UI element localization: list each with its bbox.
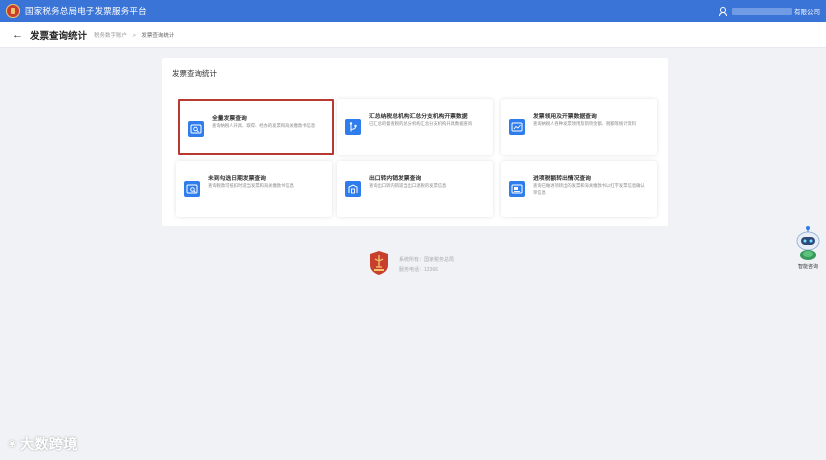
card-title: 汇总纳税总机构汇总分支机构开票数据 bbox=[369, 114, 468, 120]
top-header: 国家税务总局电子发票服务平台 有限公司 bbox=[0, 0, 826, 22]
query-panel: 发票查询统计 全量发票查询 查询纳税人开具、取得、经办的发票和海关缴款书信息 汇… bbox=[162, 58, 668, 226]
watermark-text: 大数跨境 bbox=[19, 436, 78, 452]
robot-icon bbox=[796, 226, 820, 260]
card-title: 全量发票查询 bbox=[212, 116, 247, 122]
national-emblem-icon bbox=[369, 251, 389, 275]
breadcrumb-item-account[interactable]: 税务数字账户 bbox=[94, 33, 127, 39]
watermark-logo-icon: ❀ bbox=[8, 438, 17, 450]
calendar-search-icon bbox=[184, 181, 200, 197]
card-desc: 已汇总的督查税的总分机构汇总分支机构开具数据查询 bbox=[369, 121, 473, 126]
card-title: 进项税额转出情况查询 bbox=[533, 176, 591, 182]
smart-assistant-button[interactable]: 智能咨询 bbox=[793, 224, 823, 272]
card-desc: 查询已做进项转出的发票和海关缴款书以红字发票信息确认单信息 bbox=[533, 183, 645, 195]
card-export-to-domestic-query[interactable]: 出口转内销发票查询 查询出口转内销适当出口退税的发票信息 bbox=[337, 161, 493, 217]
chart-icon bbox=[509, 119, 525, 135]
branch-icon bbox=[345, 119, 361, 135]
card-desc: 查询出口转内销适当出口退税的发票信息 bbox=[369, 183, 447, 188]
footer-hotline: 服务电话：12366 bbox=[399, 267, 438, 273]
app-title: 国家税务总局电子发票服务平台 bbox=[25, 6, 147, 16]
panel-title: 发票查询统计 bbox=[172, 69, 217, 78]
card-desc: 查询纳税人各种发票领用及销项金额、税额等统计资料 bbox=[533, 121, 637, 126]
masked-company-name bbox=[732, 7, 792, 15]
back-arrow-icon[interactable]: ← bbox=[12, 29, 23, 41]
page-title: 发票查询统计 bbox=[30, 30, 88, 42]
user-suffix: 有限公司 bbox=[794, 9, 820, 16]
breadcrumb-separator-icon: > bbox=[132, 32, 136, 39]
card-desc: 查询纳税人开具、取得、经办的发票和海关缴款书信息 bbox=[212, 123, 316, 128]
card-title: 出口转内销发票查询 bbox=[369, 176, 422, 182]
export-icon bbox=[345, 181, 361, 197]
breadcrumb: 税务数字账户 > 发票查询统计 bbox=[94, 31, 174, 39]
watermark: ❀ 大数跨境 bbox=[8, 434, 78, 454]
card-title: 未到勾选日期发票查询 bbox=[208, 176, 266, 182]
card-desc: 查询税款可抵扣时适当发票和海关缴款书信息 bbox=[208, 183, 294, 188]
assistant-label: 智能咨询 bbox=[797, 264, 818, 270]
search-icon bbox=[188, 121, 204, 137]
page-header: ← 发票查询统计 税务数字账户 > 发票查询统计 bbox=[0, 22, 826, 48]
card-pending-selection-query[interactable]: 未到勾选日期发票查询 查询税款可抵扣时适当发票和海关缴款书信息 bbox=[176, 161, 332, 217]
footer-owner: 系统所有：国家税务总局 bbox=[399, 257, 455, 263]
card-title: 发票领用及开票数据查询 bbox=[533, 114, 597, 120]
card-branch-invoice-data[interactable]: 汇总纳税总机构汇总分支机构开票数据 已汇总的督查税的总分机构汇总分支机构开具数据… bbox=[337, 99, 493, 155]
user-account[interactable]: 有限公司 bbox=[718, 0, 820, 22]
transfer-out-icon bbox=[509, 181, 525, 197]
breadcrumb-item-current: 发票查询统计 bbox=[141, 32, 175, 39]
card-full-invoice-query[interactable]: 全量发票查询 查询纳税人开具、取得、经办的发票和海关缴款书信息 bbox=[178, 99, 334, 155]
user-icon bbox=[718, 7, 727, 16]
card-input-tax-transfer-query[interactable]: 进项税额转出情况查询 查询已做进项转出的发票和海关缴款书以红字发票信息确认单信息 bbox=[501, 161, 657, 217]
card-invoice-usage-stats[interactable]: 发票领用及开票数据查询 查询纳税人各种发票领用及销项金额、税额等统计资料 bbox=[501, 99, 657, 155]
footer-info: 系统所有：国家税务总局 服务电话：12366 bbox=[399, 255, 454, 275]
tax-bureau-logo-icon bbox=[6, 4, 20, 18]
